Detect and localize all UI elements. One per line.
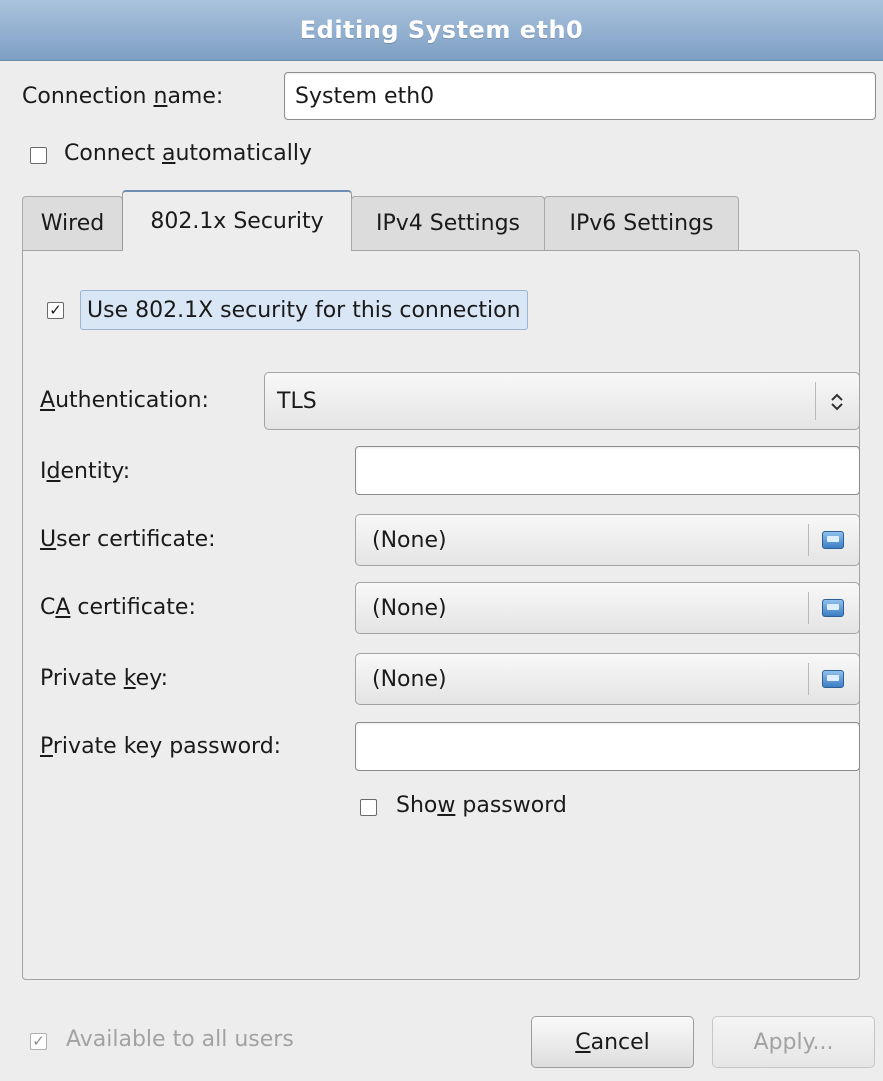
tab-802-1x-security[interactable]: 802.1x Security: [122, 190, 352, 250]
connection-name-input[interactable]: System eth0: [284, 72, 876, 120]
connection-name-label: Connection name:: [22, 84, 224, 109]
tab-ipv6-settings[interactable]: IPv6 Settings: [544, 196, 739, 250]
cancel-button[interactable]: Cancel: [531, 1016, 694, 1068]
authentication-value: TLS: [277, 388, 317, 414]
private-key-label: Private key:: [40, 666, 169, 691]
user-certificate-label: User certificate:: [40, 527, 216, 552]
authentication-select[interactable]: TLS: [264, 372, 860, 430]
available-to-all-users-checkbox[interactable]: ✓: [30, 1033, 47, 1050]
identity-label: Identity:: [40, 459, 131, 484]
authentication-label: Authentication:: [40, 388, 209, 413]
available-to-all-users-label[interactable]: Available to all users: [66, 1027, 294, 1052]
connect-automatically-label[interactable]: Connect automatically: [64, 141, 312, 166]
folder-icon: [822, 531, 844, 549]
connect-automatically-checkbox[interactable]: [30, 147, 47, 164]
folder-icon: [822, 599, 844, 617]
use-8021x-label[interactable]: Use 802.1X security for this connection: [80, 290, 528, 330]
ca-certificate-label: CA certificate:: [40, 595, 196, 620]
window-title: Editing System eth0: [299, 16, 584, 44]
apply-button[interactable]: Apply...: [712, 1016, 875, 1068]
private-key-password-label: Private key password:: [40, 734, 282, 759]
ca-certificate-chooser[interactable]: (None): [355, 582, 860, 634]
up-down-chevron-icon: [831, 393, 843, 411]
user-certificate-chooser[interactable]: (None): [355, 514, 860, 566]
private-key-password-input[interactable]: [355, 722, 860, 771]
window-titlebar: Editing System eth0: [0, 0, 883, 61]
active-tab-joint: [123, 248, 351, 252]
tab-wired[interactable]: Wired: [22, 196, 123, 250]
use-8021x-checkbox[interactable]: ✓: [47, 302, 64, 319]
tab-ipv4-settings[interactable]: IPv4 Settings: [351, 196, 545, 250]
show-password-checkbox[interactable]: [360, 799, 377, 816]
show-password-label[interactable]: Show password: [396, 793, 567, 818]
folder-icon: [822, 670, 844, 688]
connection-name-value: System eth0: [295, 83, 435, 109]
identity-input[interactable]: [355, 446, 860, 495]
private-key-chooser[interactable]: (None): [355, 653, 860, 705]
